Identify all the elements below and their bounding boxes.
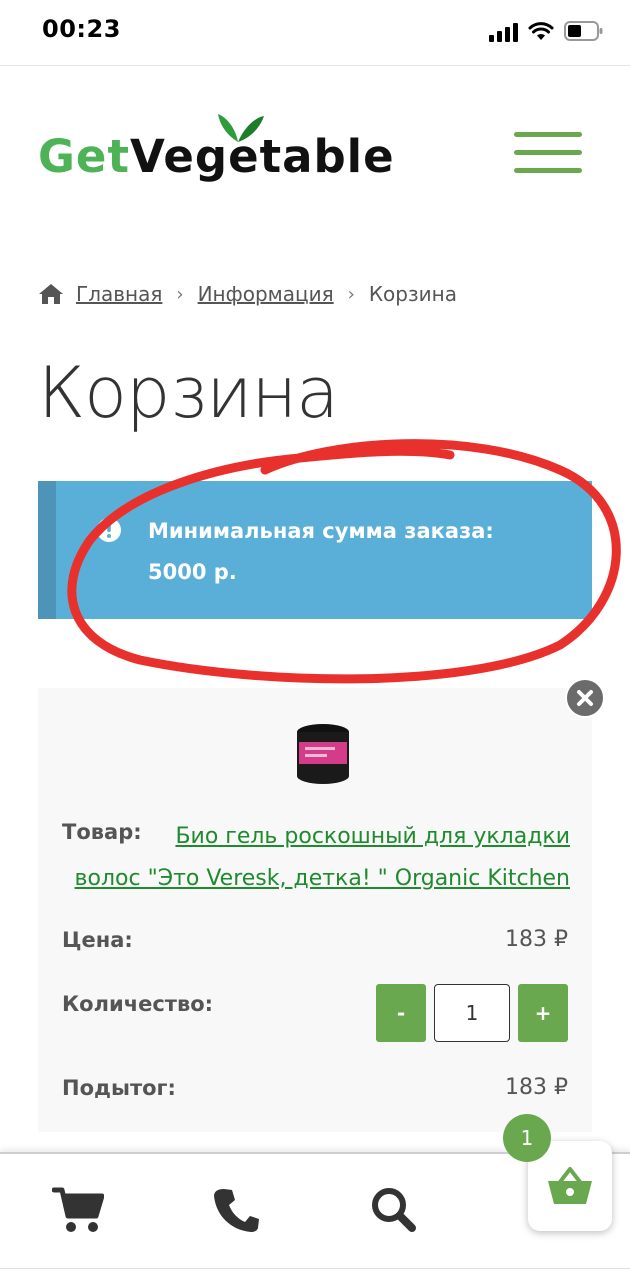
- wifi-icon: [528, 22, 554, 40]
- chevron-right-icon: ›: [176, 283, 184, 305]
- min-order-notice: Минимальная сумма заказа: 5000 р.: [38, 481, 592, 619]
- breadcrumb-link-info[interactable]: Информация: [198, 282, 334, 306]
- quantity-input[interactable]: [434, 984, 510, 1042]
- search-icon[interactable]: [370, 1186, 416, 1232]
- breadcrumb: Главная › Информация › Корзина: [38, 282, 457, 306]
- subtotal-label: Подытог:: [62, 1076, 176, 1100]
- menu-button[interactable]: [514, 132, 582, 176]
- cart-count-badge: 1: [503, 1114, 551, 1162]
- cart-icon[interactable]: [52, 1186, 104, 1234]
- status-bar: 00:23: [0, 0, 630, 66]
- basket-icon: [548, 1167, 592, 1204]
- quantity-increase-button[interactable]: +: [518, 984, 568, 1042]
- logo-get: Get: [38, 130, 130, 183]
- subtotal-value: 183 ₽: [505, 1075, 568, 1100]
- notice-line-2: 5000 р.: [148, 560, 237, 584]
- product-image[interactable]: [285, 712, 361, 788]
- quantity-decrease-button[interactable]: -: [376, 984, 426, 1042]
- price-label: Цена:: [62, 928, 133, 952]
- remove-item-button[interactable]: [565, 678, 605, 718]
- breadcrumb-link-home[interactable]: Главная: [76, 282, 162, 306]
- logo-vegetable: Vegetable: [129, 130, 395, 183]
- status-time: 00:23: [42, 15, 121, 43]
- phone-icon[interactable]: [212, 1186, 260, 1234]
- product-name-line-1[interactable]: Био гель роскошный для укладки: [60, 816, 570, 858]
- chevron-right-icon: ›: [347, 283, 355, 305]
- divider: [0, 1268, 630, 1269]
- breadcrumb-current: Корзина: [368, 282, 457, 306]
- notice-line-1: Минимальная сумма заказа:: [148, 519, 494, 543]
- battery-icon: [564, 21, 603, 41]
- status-icons: [489, 20, 604, 42]
- price-value: 183 ₽: [505, 927, 568, 952]
- signal-icon: [489, 22, 518, 42]
- product-name-line-2[interactable]: волос "Это Veresk, детка! " Organic Kitc…: [60, 858, 570, 900]
- product-name-link[interactable]: Био гель роскошный для укладки волос "Эт…: [60, 816, 570, 900]
- page-title: Корзина: [38, 352, 339, 434]
- quantity-label: Количество:: [62, 992, 214, 1016]
- info-icon: [97, 518, 121, 542]
- home-icon[interactable]: [38, 283, 64, 305]
- close-icon: [577, 690, 593, 706]
